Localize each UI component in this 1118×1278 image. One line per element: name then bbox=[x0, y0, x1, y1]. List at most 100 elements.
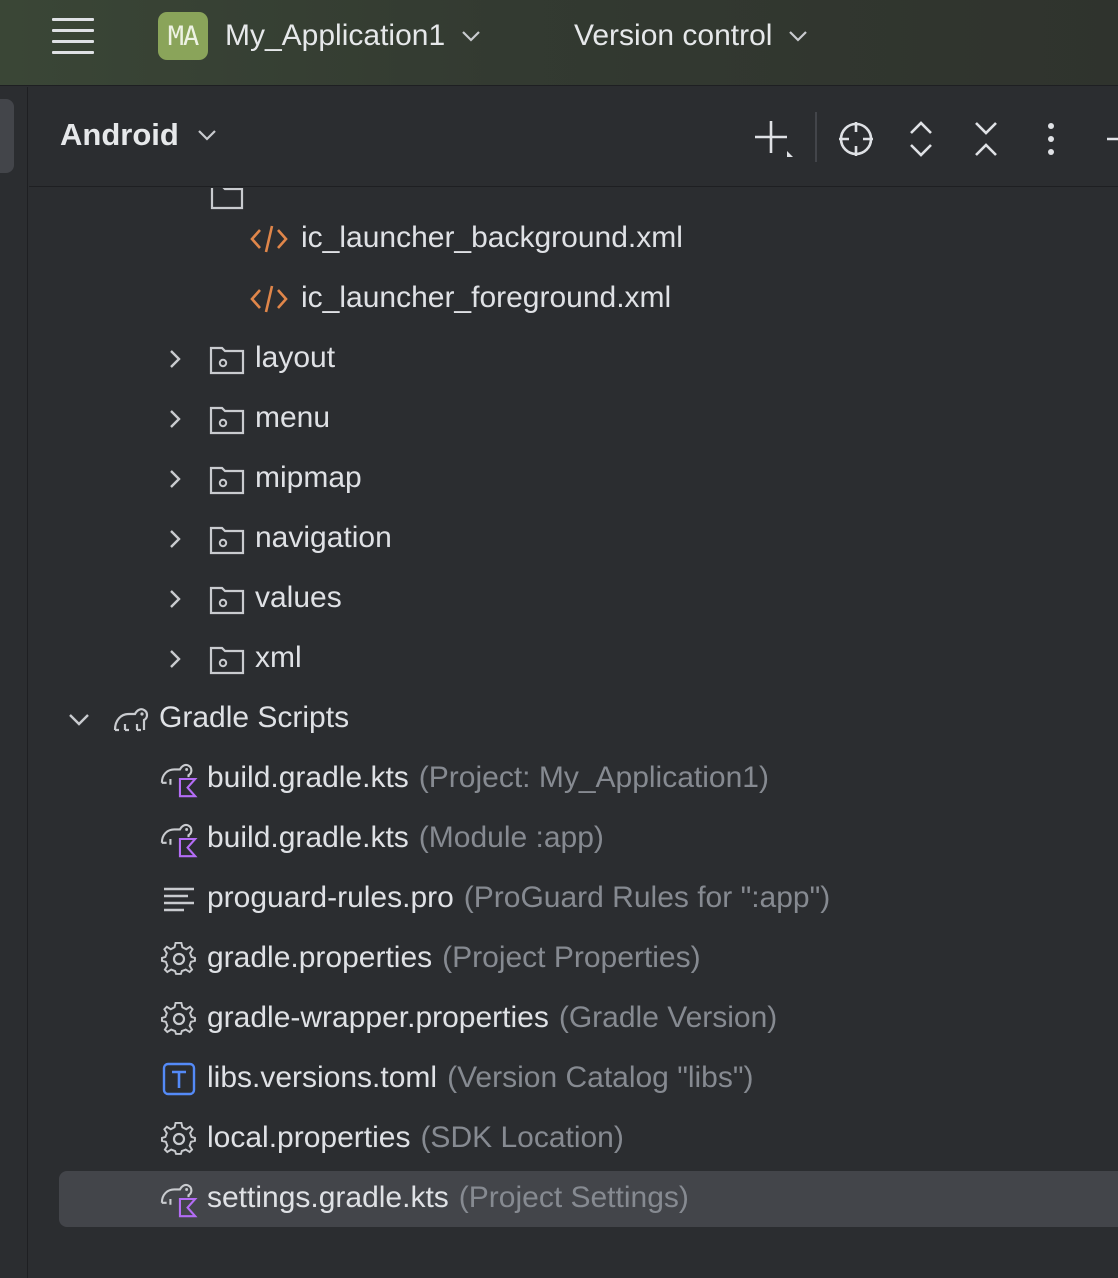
file-hint: (Module :app) bbox=[418, 821, 604, 854]
project-panel-header: Android bbox=[29, 87, 1118, 187]
file-name: mipmap bbox=[255, 461, 362, 494]
tree-item-label: libs.versions.toml (Version Catalog "libs… bbox=[207, 1061, 754, 1095]
tree-row[interactable]: xml bbox=[29, 630, 1118, 688]
view-mode-selector[interactable]: Android bbox=[60, 117, 217, 153]
tree-item-label: local.properties (SDK Location) bbox=[207, 1121, 624, 1155]
file-name: values bbox=[255, 581, 342, 614]
file-name: navigation bbox=[255, 521, 392, 554]
chevron-down-icon[interactable] bbox=[67, 707, 91, 731]
tree-item-label: build.gradle.kts (Module :app) bbox=[207, 821, 604, 855]
chevron-down-icon bbox=[462, 31, 480, 42]
gradle-kts-icon bbox=[159, 1179, 199, 1219]
file-name: local.properties bbox=[207, 1121, 411, 1154]
xml-icon bbox=[249, 279, 289, 319]
more-icon[interactable] bbox=[1029, 117, 1073, 161]
tree-item-label: xml bbox=[255, 641, 302, 675]
gear-icon bbox=[159, 1119, 199, 1159]
gear-icon bbox=[159, 939, 199, 979]
tree-item-label: ic_launcher_foreground.xml bbox=[301, 281, 671, 315]
toml-icon bbox=[159, 1059, 199, 1099]
tree-row[interactable]: mipmap bbox=[29, 450, 1118, 508]
chevron-right-icon[interactable] bbox=[163, 347, 187, 371]
tree-item-label: gradle-wrapper.properties (Gradle Version… bbox=[207, 1001, 777, 1035]
tree-item-label: settings.gradle.kts (Project Settings) bbox=[207, 1181, 689, 1215]
file-name: proguard-rules.pro bbox=[207, 881, 454, 914]
tree-row[interactable]: local.properties (SDK Location) bbox=[29, 1110, 1118, 1168]
file-hint: (ProGuard Rules for ":app") bbox=[463, 881, 831, 914]
project-selector[interactable]: My_Application1 bbox=[225, 14, 481, 58]
chevron-right-icon[interactable] bbox=[163, 647, 187, 671]
tree-row[interactable]: build.gradle.kts (Project: My_Application… bbox=[29, 750, 1118, 808]
file-name: build.gradle.kts bbox=[207, 761, 409, 794]
tree-item-label: menu bbox=[255, 401, 330, 435]
file-hint: (Gradle Version) bbox=[558, 1001, 778, 1034]
file-name: settings.gradle.kts bbox=[207, 1181, 449, 1214]
chevron-right-icon[interactable] bbox=[163, 587, 187, 611]
view-mode-label: Android bbox=[60, 117, 179, 152]
tree-item-label: proguard-rules.pro (ProGuard Rules for ":… bbox=[207, 881, 830, 915]
version-control-menu[interactable]: Version control bbox=[574, 14, 808, 58]
chevron-down-icon bbox=[198, 130, 216, 141]
tree-row[interactable]: gradle.properties (Project Properties) bbox=[29, 930, 1118, 988]
file-hint: (Project Settings) bbox=[458, 1181, 689, 1214]
text-lines-icon bbox=[159, 879, 199, 919]
tree-row[interactable]: ic_launcher_foreground.xml bbox=[29, 270, 1118, 328]
file-name: ic_launcher_foreground.xml bbox=[301, 281, 672, 314]
tree-row[interactable]: gradle-wrapper.properties (Gradle Version… bbox=[29, 990, 1118, 1048]
file-name: gradle.properties bbox=[207, 941, 433, 974]
tree-row[interactable]: proguard-rules.pro (ProGuard Rules for ":… bbox=[29, 870, 1118, 928]
project-tool-tab[interactable] bbox=[0, 99, 14, 173]
gear-icon bbox=[159, 999, 199, 1039]
tree-item-label: values bbox=[255, 581, 342, 615]
tree-row[interactable]: Gradle Scripts bbox=[29, 690, 1118, 748]
res-folder-icon bbox=[207, 459, 247, 499]
left-tool-strip bbox=[0, 87, 28, 1278]
chevron-right-icon[interactable] bbox=[163, 527, 187, 551]
file-name: ic_launcher_background.xml bbox=[301, 221, 683, 254]
file-name: Gradle Scripts bbox=[159, 701, 350, 734]
tree-row[interactable]: build.gradle.kts (Module :app) bbox=[29, 810, 1118, 868]
tree-row[interactable]: navigation bbox=[29, 510, 1118, 568]
gradle-elephant-icon bbox=[111, 699, 151, 739]
file-name: menu bbox=[255, 401, 331, 434]
file-hint: (SDK Location) bbox=[420, 1121, 624, 1154]
res-folder-icon bbox=[207, 399, 247, 439]
add-icon[interactable] bbox=[751, 117, 795, 161]
tree-item-label: gradle.properties (Project Properties) bbox=[207, 941, 701, 975]
title-bar: MA My_Application1 Version control bbox=[0, 0, 1118, 86]
project-tree: ic_launcher_background.xml ic_launcher_fo… bbox=[29, 188, 1118, 1278]
tree-row[interactable]: ic_launcher_background.xml bbox=[29, 210, 1118, 268]
tree-item-label: mipmap bbox=[255, 461, 362, 495]
tree-row[interactable]: settings.gradle.kts (Project Settings) bbox=[29, 1170, 1118, 1228]
tree-row[interactable]: menu bbox=[29, 390, 1118, 448]
tree-row[interactable]: layout bbox=[29, 330, 1118, 388]
collapse-all-icon[interactable] bbox=[964, 117, 1008, 161]
project-name: My_Application1 bbox=[225, 19, 446, 52]
expand-collapse-icon[interactable] bbox=[899, 117, 943, 161]
chevron-right-icon[interactable] bbox=[163, 467, 187, 491]
res-folder-icon bbox=[207, 639, 247, 679]
tree-row[interactable]: values bbox=[29, 570, 1118, 628]
file-name: layout bbox=[255, 341, 336, 374]
main-menu-icon[interactable] bbox=[52, 16, 94, 58]
version-control-label: Version control bbox=[574, 19, 773, 52]
tree-row[interactable]: libs.versions.toml (Version Catalog "libs… bbox=[29, 1050, 1118, 1108]
file-name: xml bbox=[255, 641, 302, 674]
tree-item-label: build.gradle.kts (Project: My_Application… bbox=[207, 761, 769, 795]
toolbar-separator bbox=[815, 112, 817, 162]
xml-icon bbox=[249, 219, 289, 259]
file-hint: (Version Catalog "libs") bbox=[447, 1061, 754, 1094]
res-folder-icon bbox=[207, 519, 247, 559]
file-name: libs.versions.toml bbox=[207, 1061, 438, 1094]
tree-item-label: navigation bbox=[255, 521, 392, 555]
chevron-right-icon[interactable] bbox=[163, 407, 187, 431]
tree-item-label: Gradle Scripts bbox=[159, 701, 349, 735]
gradle-kts-icon bbox=[159, 819, 199, 859]
locate-icon[interactable] bbox=[834, 117, 878, 161]
gradle-kts-icon bbox=[159, 759, 199, 799]
project-badge[interactable]: MA bbox=[158, 12, 208, 60]
res-folder-icon bbox=[207, 339, 247, 379]
minimize-icon[interactable] bbox=[1093, 117, 1118, 161]
file-name: build.gradle.kts bbox=[207, 821, 409, 854]
tree-item-label: layout bbox=[255, 341, 335, 375]
